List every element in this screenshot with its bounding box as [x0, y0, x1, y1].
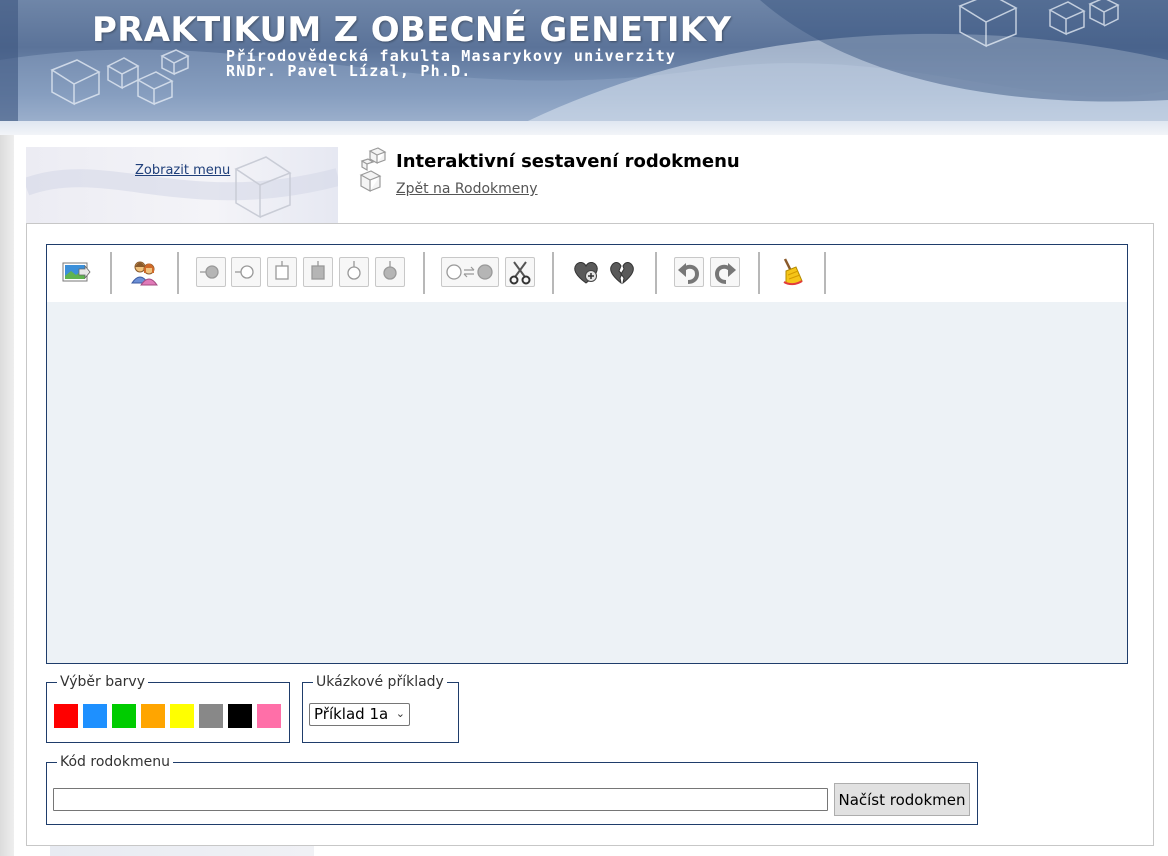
toolbar-separator — [423, 252, 425, 294]
toolbar-separator — [758, 252, 760, 294]
undo-icon — [678, 263, 700, 284]
example-select-value: Příklad 1a — [314, 705, 389, 723]
color-swatch-black[interactable] — [228, 704, 252, 728]
color-picker-legend: Výběr barvy — [57, 674, 148, 690]
square-affected-button[interactable] — [303, 257, 333, 287]
color-swatch-pink[interactable] — [257, 704, 281, 728]
female-unaffected-left-connector-icon — [235, 265, 254, 279]
male-affected-left-connector-button[interactable] — [196, 257, 226, 287]
export-image-icon — [62, 262, 91, 282]
dice-cubes-icon — [359, 147, 387, 193]
color-swatch-yellow[interactable] — [170, 704, 194, 728]
remove-partnership-button[interactable] — [607, 257, 637, 287]
pedigree-canvas[interactable] — [46, 302, 1128, 664]
color-picker-fieldset: Výběr barvy — [46, 674, 290, 743]
examples-fieldset: Ukázkové příklady Příklad 1a ⌄ — [302, 674, 459, 743]
toolbar-separator — [177, 252, 179, 294]
add-partnership-button[interactable] — [571, 257, 601, 287]
cube-watermark-icon — [26, 156, 338, 219]
add-couple-icon — [131, 261, 158, 286]
cut-button[interactable] — [505, 257, 535, 287]
broken-heart-icon — [610, 262, 634, 285]
site-banner: PRAKTIKUM Z OBECNÉ GENETIKY Přírodovědec… — [0, 0, 1168, 135]
toolbar-separator — [655, 252, 657, 294]
connect-nodes-button[interactable] — [441, 257, 499, 287]
redo-button[interactable] — [710, 257, 740, 287]
pedigree-code-input[interactable] — [53, 788, 828, 811]
square-affected-icon — [311, 261, 325, 280]
redo-icon — [714, 263, 736, 284]
example-select[interactable]: Příklad 1a ⌄ — [309, 703, 410, 726]
page-title: Interaktivní sestavení rodokmenu — [396, 151, 740, 172]
pedigree-toolbar — [46, 244, 1128, 304]
color-swatch-gray[interactable] — [199, 704, 223, 728]
show-menu-link[interactable]: Zobrazit menu — [135, 163, 230, 178]
circle-unaffected-button[interactable] — [339, 257, 369, 287]
male-affected-left-connector-icon — [200, 265, 219, 279]
circle-affected-icon — [383, 261, 397, 280]
color-swatch-red[interactable] — [54, 704, 78, 728]
undo-button[interactable] — [674, 257, 704, 287]
pedigree-code-fieldset: Kód rodokmenu Načíst rodokmen — [46, 754, 978, 825]
pedigree-code-legend: Kód rodokmenu — [57, 754, 173, 770]
banner-bottom-strip — [0, 121, 1168, 135]
cut-scissors-icon — [509, 261, 531, 285]
color-swatch-orange[interactable] — [141, 704, 165, 728]
author-subtitle: RNDr. Pavel Lízal, Ph.D. — [226, 62, 472, 80]
female-unaffected-left-connector-button[interactable] — [231, 257, 261, 287]
connect-nodes-icon — [446, 264, 493, 280]
circle-unaffected-icon — [347, 261, 361, 280]
add-couple-button[interactable] — [129, 257, 159, 287]
menu-panel: Zobrazit menu — [26, 147, 338, 223]
examples-legend: Ukázkové příklady — [313, 674, 447, 690]
back-to-pedigrees-link[interactable]: Zpět na Rodokmeny — [396, 181, 538, 197]
toolbar-separator — [824, 252, 826, 294]
export-image-button[interactable] — [61, 257, 91, 287]
toolbar-separator — [552, 252, 554, 294]
clear-broom-icon — [783, 258, 803, 286]
toolbar-separator — [110, 252, 112, 294]
site-title: PRAKTIKUM Z OBECNÉ GENETIKY — [92, 10, 732, 50]
add-heart-icon — [574, 262, 598, 284]
left-gutter — [0, 135, 14, 856]
square-unaffected-icon — [275, 261, 289, 280]
load-pedigree-button[interactable]: Načíst rodokmen — [834, 783, 970, 816]
clear-button[interactable] — [776, 257, 806, 287]
footer-strip — [50, 846, 314, 856]
circle-affected-button[interactable] — [375, 257, 405, 287]
color-swatch-blue[interactable] — [83, 704, 107, 728]
color-swatch-green[interactable] — [112, 704, 136, 728]
square-unaffected-button[interactable] — [267, 257, 297, 287]
chevron-down-icon: ⌄ — [395, 707, 405, 720]
